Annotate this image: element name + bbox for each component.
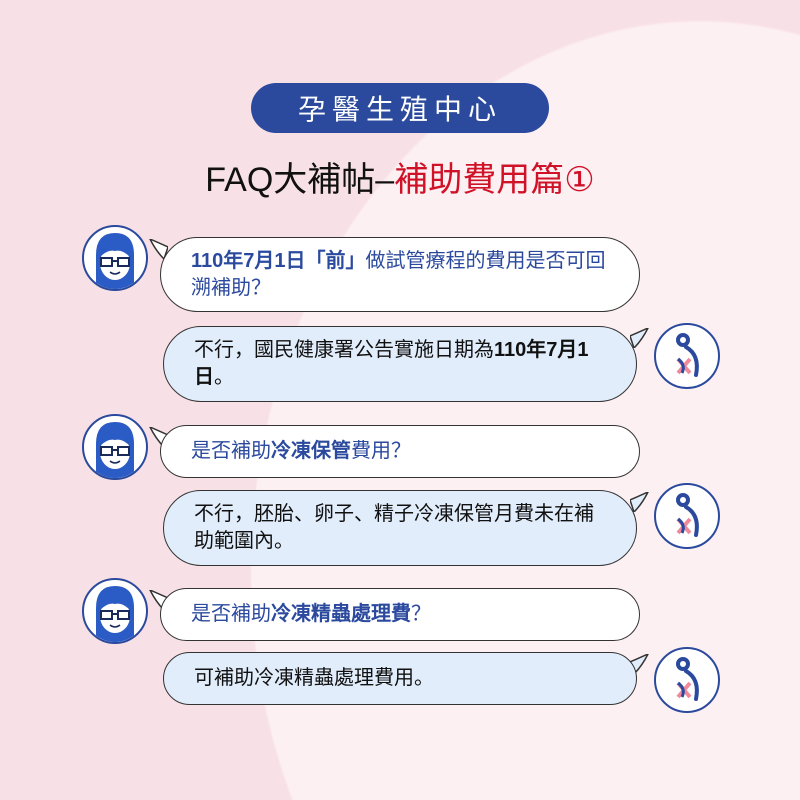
text-segment: ？ [411,603,431,625]
text-segment: 可補助冷凍精蟲處理費用。 [194,667,434,689]
bold-segment: 冷凍保管 [271,440,351,462]
bubble-text: 是否補助冷凍精蟲處理費？ [191,601,431,628]
woman-avatar-icon [82,225,148,291]
answer-bubble: 可補助冷凍精蟲處理費用。 [163,652,637,705]
text-segment: 不行，胚胎、卵子、精子冷凍保管月費未在補助範圍內。 [194,503,594,552]
text-segment: 費用？ [351,440,411,462]
bubble-text: 可補助冷凍精蟲處理費用。 [194,665,434,692]
question-bubble: 是否補助冷凍精蟲處理費？ [160,588,640,641]
woman-avatar-icon [82,578,148,644]
question-bubble: 110年7月1日「前」做試管療程的費用是否可回溯補助？ [160,237,640,312]
bubble-text: 不行，胚胎、卵子、精子冷凍保管月費未在補助範圍內。 [194,501,606,555]
bubble-text: 是否補助冷凍保管費用？ [191,438,411,465]
answer-bubble: 不行，胚胎、卵子、精子冷凍保管月費未在補助範圍內。 [163,490,637,566]
page-title: FAQ大補帖–補助費用篇① [0,152,800,201]
bubble-tail [630,492,649,512]
question-bubble: 是否補助冷凍保管費用？ [160,425,640,478]
title-main: FAQ大補帖– [205,161,395,199]
text-segment: 是否補助 [191,440,271,462]
bold-segment: 110年7月1日「前」 [191,249,366,272]
bubble-tail [630,328,649,348]
text-segment: 。 [214,366,234,388]
woman-avatar-icon [82,414,148,480]
clinic-logo-icon [654,323,720,389]
answer-bubble: 不行，國民健康署公告實施日期為110年7月1日。 [163,326,637,402]
bubble-text: 110年7月1日「前」做試管療程的費用是否可回溯補助？ [191,248,609,302]
text-segment: 不行，國民健康署公告實施日期為 [194,339,494,361]
text-segment: 是否補助 [191,603,271,625]
clinic-logo-icon [654,483,720,549]
clinic-name-badge: 孕醫生殖中心 [251,83,549,133]
bubble-text: 不行，國民健康署公告實施日期為110年7月1日。 [194,337,606,391]
title-highlight: 補助費用篇① [394,161,595,199]
bold-segment: 冷凍精蟲處理費 [271,603,411,625]
clinic-logo-icon [654,647,720,713]
